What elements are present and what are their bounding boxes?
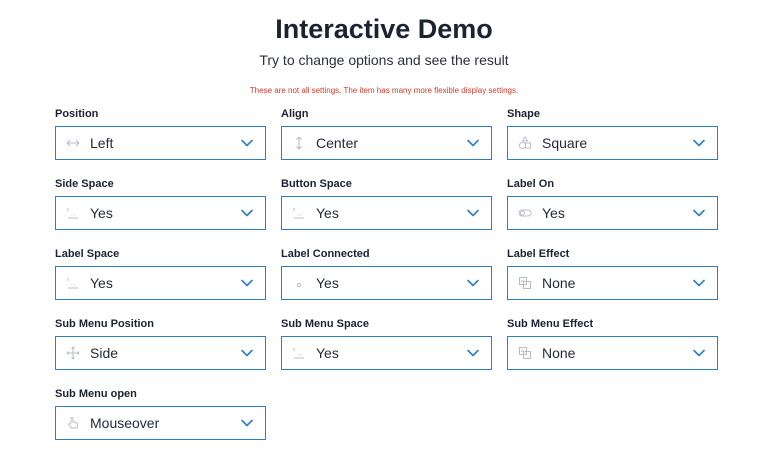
button-space-label: Button Space — [281, 178, 352, 190]
chevron-down-icon — [467, 139, 479, 147]
shape-value: Square — [542, 135, 588, 151]
page-title: Interactive Demo — [275, 14, 493, 44]
horizontal-arrows-icon — [66, 136, 80, 150]
shape-select[interactable]: Square — [507, 126, 718, 160]
label-effect-select[interactable]: None — [507, 266, 718, 300]
position-value: Left — [90, 135, 114, 151]
label-space-label: Label Space — [55, 248, 120, 260]
field-label-connected: Label Connected Yes — [281, 246, 492, 316]
label-effect-label: Label Effect — [507, 248, 570, 260]
sub-menu-effect-value: None — [542, 345, 576, 361]
field-button-space: Button Space Yes — [281, 176, 492, 246]
shape-label: Shape — [507, 108, 541, 120]
effect-icon — [518, 276, 532, 290]
spacing-icon — [66, 206, 80, 220]
chevron-down-icon — [693, 349, 705, 357]
field-sub-menu-effect: Sub Menu Effect None — [507, 316, 718, 386]
chevron-down-icon — [241, 279, 253, 287]
spacing-icon — [66, 276, 80, 290]
chevron-down-icon — [241, 139, 253, 147]
sub-menu-effect-select[interactable]: None — [507, 336, 718, 370]
page-header: Interactive Demo Try to change options a… — [0, 0, 768, 96]
field-label-on: Label On Yes — [507, 176, 718, 246]
field-shape: Shape Square — [507, 106, 718, 176]
sub-menu-open-label: Sub Menu open — [55, 388, 137, 400]
chevron-down-icon — [241, 209, 253, 217]
label-connected-label: Label Connected — [281, 248, 370, 260]
field-position: Position Left — [55, 106, 266, 176]
side-space-select[interactable]: Yes — [55, 196, 266, 230]
chevron-down-icon — [241, 419, 253, 427]
sub-menu-position-value: Side — [90, 345, 119, 361]
chevron-down-icon — [241, 349, 253, 357]
align-value: Center — [316, 135, 359, 151]
label-connected-select[interactable]: Yes — [281, 266, 492, 300]
chevron-down-icon — [467, 349, 479, 357]
sub-menu-open-value: Mouseover — [90, 415, 160, 431]
sub-menu-effect-label: Sub Menu Effect — [507, 318, 594, 330]
vertical-arrows-icon — [292, 136, 306, 150]
effect-icon — [518, 346, 532, 360]
label-connected-value: Yes — [316, 275, 339, 291]
spacing-icon — [292, 206, 306, 220]
position-select[interactable]: Left — [55, 126, 266, 160]
button-space-select[interactable]: Yes — [281, 196, 492, 230]
field-align: Align Center — [281, 106, 492, 176]
page-subtitle: Try to change options and see the result — [259, 52, 509, 68]
chevron-down-icon — [693, 209, 705, 217]
shapes-icon — [518, 136, 532, 150]
label-space-select[interactable]: Yes — [55, 266, 266, 300]
pointer-hand-icon — [66, 416, 80, 430]
align-select[interactable]: Center — [281, 126, 492, 160]
move-icon — [66, 346, 80, 360]
spacing-icon — [292, 346, 306, 360]
label-on-value: Yes — [542, 205, 565, 221]
field-label-effect: Label Effect None — [507, 246, 718, 316]
label-on-select[interactable]: Yes — [507, 196, 718, 230]
position-label: Position — [55, 108, 99, 120]
field-sub-menu-space: Sub Menu Space Yes — [281, 316, 492, 386]
field-sub-menu-position: Sub Menu Position Side — [55, 316, 266, 386]
dot-icon — [292, 276, 306, 290]
chevron-down-icon — [693, 279, 705, 287]
field-side-space: Side Space Yes — [55, 176, 266, 246]
options-grid: Position Left Align Center Shape Square Side S… — [55, 106, 718, 456]
button-space-value: Yes — [316, 205, 339, 221]
settings-note: These are not all settings. The item has… — [249, 86, 519, 95]
sub-menu-space-label: Sub Menu Space — [281, 318, 370, 330]
label-space-value: Yes — [90, 275, 113, 291]
side-space-label: Side Space — [55, 178, 114, 190]
field-sub-menu-open: Sub Menu open Mouseover — [55, 386, 266, 456]
label-effect-value: None — [542, 275, 576, 291]
sub-menu-open-select[interactable]: Mouseover — [55, 406, 266, 440]
label-on-label: Label On — [507, 178, 555, 190]
sub-menu-position-select[interactable]: Side — [55, 336, 266, 370]
chevron-down-icon — [693, 139, 705, 147]
toggle-icon — [518, 206, 532, 220]
side-space-value: Yes — [90, 205, 113, 221]
align-label: Align — [281, 108, 309, 120]
sub-menu-space-value: Yes — [316, 345, 339, 361]
chevron-down-icon — [467, 209, 479, 217]
chevron-down-icon — [467, 279, 479, 287]
sub-menu-space-select[interactable]: Yes — [281, 336, 492, 370]
field-label-space: Label Space Yes — [55, 246, 266, 316]
sub-menu-position-label: Sub Menu Position — [55, 318, 154, 330]
